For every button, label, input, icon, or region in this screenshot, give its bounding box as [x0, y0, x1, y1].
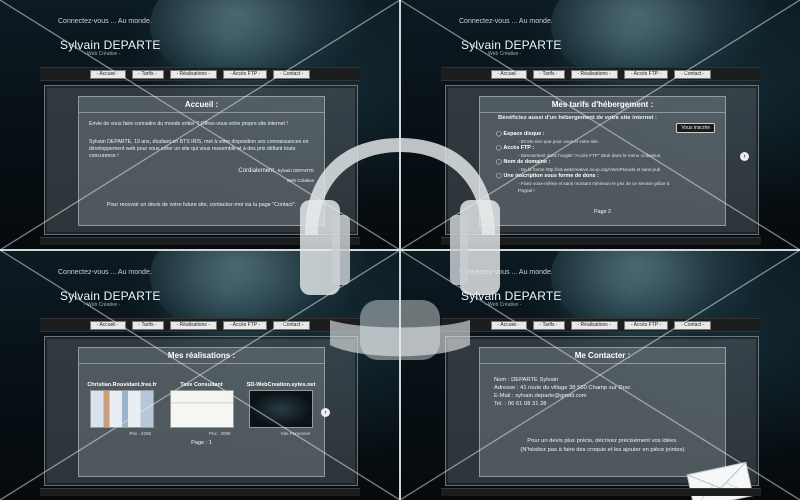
list-item: ◯ Nom de domaine :	[496, 159, 551, 165]
chevron-right-icon[interactable]: ›	[321, 408, 330, 417]
list-item: ◯ Une inscription sous forme de dons :	[496, 173, 599, 179]
nav-accueil[interactable]: - Accueil -	[89, 320, 126, 330]
quote-note: Pour un devis plus précis, décrivez préc…	[527, 438, 678, 444]
brand-name: Sylvain DEPARTE	[461, 289, 562, 303]
nav-contact[interactable]: - Contact -	[674, 320, 712, 330]
contact-phone: Tel. : 06 61 08 31 28	[494, 401, 547, 407]
about-paragraph: Sylvain DEPARTE, 19 ans, étudiant en BTS…	[89, 139, 309, 159]
hosting-intro: Bénéficiez aussi d'un hébergement de vot…	[498, 115, 657, 121]
brand-logo[interactable]: Sylvain DEPARTE - Web Créative -	[60, 38, 161, 57]
content-panel: Me Contacter : Nom : DEPARTE Sylvain Adr…	[445, 336, 759, 500]
nav-realisations[interactable]: - Réalisations -	[570, 69, 618, 79]
quadrant-contact: Connectez-vous ... Au monde. Sylvain DEP…	[401, 251, 800, 500]
signature-greeting: Cordialement,	[238, 168, 276, 174]
brand-logo[interactable]: Sylvain DEPARTE - Web Créative -	[60, 289, 161, 308]
portfolio-caption: Prix : 300€	[208, 431, 231, 436]
chevron-right-icon[interactable]: ›	[740, 152, 749, 161]
list-item: ◯ Espace disque :	[496, 131, 545, 137]
nav-acces-ftp[interactable]: - Accès FTP -	[623, 320, 669, 330]
subscribe-button[interactable]: Vous inscrire	[676, 123, 715, 133]
portfolio-name[interactable]: Christian.Rouvidant.free.fr	[85, 382, 159, 388]
nav-contact[interactable]: - Contact -	[273, 69, 311, 79]
content-box: Mes réalisations : Christian.Rouvidant.f…	[78, 347, 325, 477]
main-nav: - Accueil - - Tarifs - - Réalisations - …	[40, 67, 360, 81]
nav-acces-ftp[interactable]: - Accès FTP -	[222, 320, 268, 330]
content-box: Accueil : Envie de vous faire connaitre …	[78, 96, 325, 226]
section-title: Accueil :	[79, 97, 324, 113]
portfolio-caption: Prix : 425€	[129, 431, 151, 436]
nav-accueil[interactable]: - Accueil -	[89, 69, 126, 79]
portfolio-name[interactable]: Taxe Consultant	[165, 382, 239, 388]
intro-paragraph: Envie de vous faire connaitre du monde e…	[89, 121, 288, 127]
content-box: Mes tarifs d'hébergement : Bénéficiez au…	[479, 96, 726, 226]
nav-acces-ftp[interactable]: - Accès FTP -	[623, 69, 669, 79]
portfolio-item[interactable]: Taxe Consultant Prix : 300€	[165, 382, 239, 436]
site-tagline: Connectez-vous ... Au monde.	[58, 269, 152, 276]
content-panel: Mes réalisations : Christian.Rouvidant.f…	[44, 336, 358, 486]
nav-tarifs[interactable]: - Tarifs -	[532, 320, 565, 330]
footer-bar	[40, 237, 360, 245]
pricing-list: ◯ Espace disque : - 50 Mo rien que pour …	[496, 131, 675, 194]
nav-realisations[interactable]: - Réalisations -	[169, 69, 217, 79]
quadrant-tarifs: Connectez-vous ... Au monde. Sylvain DEP…	[401, 0, 800, 249]
nav-tarifs[interactable]: - Tarifs -	[131, 320, 164, 330]
site-tagline: Connectez-vous ... Au monde.	[459, 269, 553, 276]
site-tagline: Connectez-vous ... Au monde.	[459, 18, 553, 25]
nav-acces-ftp[interactable]: - Accès FTP -	[222, 69, 268, 79]
page-indicator: Page 2	[593, 209, 612, 215]
nav-realisations[interactable]: - Réalisations -	[169, 320, 217, 330]
signature-name: Sylvain DEPARTE	[277, 168, 314, 173]
nav-contact[interactable]: - Contact -	[273, 320, 311, 330]
nav-accueil[interactable]: - Accueil -	[490, 69, 527, 79]
list-item-detail: - Fixez vous-même et sans montant minimu…	[518, 181, 670, 193]
portfolio-gallery: Christian.Rouvidant.free.fr Prix : 425€ …	[85, 382, 318, 436]
list-item-detail: - De la forme http://sd-webcreative.no-i…	[518, 167, 661, 172]
section-title: Me Contacter :	[480, 348, 725, 364]
contact-name: Nom : DEPARTE Sylvain	[494, 377, 559, 383]
nav-tarifs[interactable]: - Tarifs -	[131, 69, 164, 79]
footer-bar	[441, 237, 761, 245]
nav-contact[interactable]: - Contact -	[674, 69, 712, 79]
brand-logo[interactable]: Sylvain DEPARTE - Web Créative -	[461, 38, 562, 57]
signature-company: Web Créative	[286, 178, 314, 183]
brand-logo[interactable]: Sylvain DEPARTE - Web Créative -	[461, 289, 562, 308]
contact-address: Adresse : 41 route du village 38 560 Cha…	[494, 385, 631, 391]
page-indicator: Page : 1	[191, 440, 212, 446]
brand-name: Sylvain DEPARTE	[461, 38, 562, 52]
list-item-detail: - 50 Mo rien que pour vous et votre site…	[518, 139, 600, 144]
list-item-detail: - Directement dans l'onglet "Accès FTP" …	[518, 153, 662, 158]
main-nav: - Accueil - - Tarifs - - Réalisations - …	[40, 318, 360, 332]
portfolio-thumbnail[interactable]	[90, 390, 154, 428]
nav-accueil[interactable]: - Accueil -	[490, 320, 527, 330]
brand-name: Sylvain DEPARTE	[60, 38, 161, 52]
portfolio-item[interactable]: SD-WebCreation.sytes.net Site Personnel	[244, 382, 318, 436]
portfolio-thumbnail[interactable]	[169, 390, 234, 428]
main-nav: - Accueil - - Tarifs - - Réalisations - …	[441, 318, 761, 332]
nav-realisations[interactable]: - Réalisations -	[570, 320, 618, 330]
footer-bar	[441, 488, 761, 496]
portfolio-caption: Site Personnel	[280, 431, 310, 436]
quadrant-accueil: Connectez-vous ... Au monde. Sylvain DEP…	[0, 0, 399, 249]
content-panel: Mes tarifs d'hébergement : Bénéficiez au…	[445, 85, 759, 235]
list-item: ◯ Accès FTP :	[496, 145, 535, 151]
footer-bar	[40, 488, 360, 496]
brand-name: Sylvain DEPARTE	[60, 289, 161, 303]
site-tagline: Connectez-vous ... Au monde.	[58, 18, 152, 25]
quote-paragraph: Pour recevoir un devis de votre future s…	[106, 202, 297, 208]
quote-hint: (N'hésitez pas à faire des croquis et le…	[520, 447, 685, 453]
content-box: Me Contacter : Nom : DEPARTE Sylvain Adr…	[479, 347, 726, 477]
portfolio-name[interactable]: SD-WebCreation.sytes.net	[244, 382, 318, 388]
contact-email[interactable]: E-Mail : sylvain.departe@gmail.com	[494, 392, 715, 400]
main-nav: - Accueil - - Tarifs - - Réalisations - …	[441, 67, 761, 81]
section-title: Mes réalisations :	[79, 348, 324, 364]
nav-tarifs[interactable]: - Tarifs -	[532, 69, 565, 79]
section-title: Mes tarifs d'hébergement :	[480, 97, 725, 113]
grid-divider-horizontal	[0, 249, 800, 251]
quadrant-realisations: Connectez-vous ... Au monde. Sylvain DEP…	[0, 251, 399, 500]
portfolio-item[interactable]: Christian.Rouvidant.free.fr Prix : 425€	[85, 382, 159, 436]
contact-details: Nom : DEPARTE Sylvain Adresse : 41 route…	[494, 376, 715, 408]
portfolio-thumbnail[interactable]	[249, 390, 313, 428]
content-panel: Accueil : Envie de vous faire connaitre …	[44, 85, 358, 235]
